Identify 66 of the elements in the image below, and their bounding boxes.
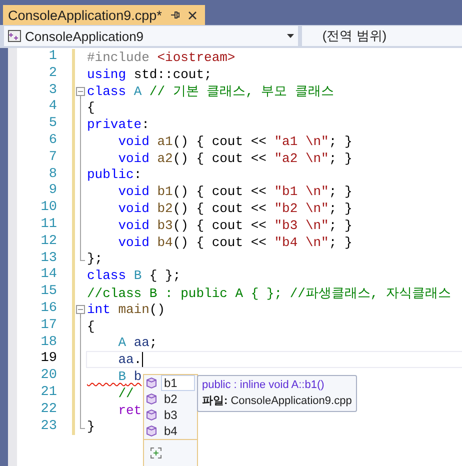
outline-end (80, 418, 85, 429)
completion-item[interactable]: b3 (144, 407, 197, 423)
line-number: 1 (48, 49, 57, 66)
line-number: 20 (40, 368, 57, 385)
line-number: 11 (40, 216, 57, 234)
text-cursor (142, 352, 143, 368)
line-number: 12 (40, 234, 57, 251)
line-number: 6 (48, 132, 57, 150)
code-line: { (87, 100, 95, 116)
close-icon[interactable] (188, 10, 197, 20)
line-number: 10 (40, 200, 57, 217)
line-number: 13 (40, 250, 57, 268)
outline-end (80, 250, 85, 261)
code-line: ret (117, 402, 142, 418)
line-number: 2 (48, 66, 57, 83)
line-number: 21 (40, 384, 57, 402)
code-line: // (117, 386, 134, 401)
line-number: 15 (40, 284, 57, 301)
cube-icon (146, 425, 157, 437)
line-number: 17 (40, 318, 57, 335)
project-dropdown[interactable]: ConsoleApplication9 (4, 26, 298, 46)
code-line: void b3() { cout << "b3 \n"; } (117, 218, 352, 233)
code-line: aa. (117, 352, 142, 368)
code-line: void a2() { cout << "a2 \n"; } (117, 150, 352, 166)
code-line: class A // 기본 클래스, 부모 클래스 (87, 83, 334, 100)
caret-icon (287, 34, 294, 38)
code-line: A aa; (117, 335, 158, 350)
completion-item[interactable]: b4 (144, 423, 197, 439)
line-number: 3 (48, 82, 57, 100)
line-number: 9 (48, 183, 57, 200)
code-line: #include <iostream> (87, 50, 236, 65)
line-number: 5 (48, 116, 57, 133)
line-number: 8 (48, 166, 57, 184)
line-number: 14 (40, 267, 57, 284)
line-number: 7 (48, 150, 57, 167)
code-line: } (87, 419, 95, 434)
code-line: { (87, 318, 95, 334)
line-number: 4 (48, 99, 57, 116)
file-text: 파일: ConsoleApplication9.cpp (202, 394, 352, 408)
code-line: }; (87, 251, 103, 266)
signature-text: public : inline void A::b1() (202, 379, 326, 391)
line-number: 16 (40, 300, 57, 318)
line-number: 23 (40, 418, 57, 436)
code-line: class B { }; (87, 268, 181, 284)
cube-icon (146, 393, 157, 405)
completion-item[interactable]: b2 (144, 391, 197, 407)
cube-icon (146, 377, 157, 389)
pin-icon[interactable] (170, 10, 180, 20)
file-tab[interactable]: ConsoleApplication9.cpp* (3, 5, 205, 25)
code-line: using std::cout; (87, 66, 212, 82)
code-line: public: (87, 167, 142, 182)
code-line: B b (117, 369, 142, 384)
code-line: void b2() { cout << "b2 \n"; } (117, 201, 352, 216)
cube-icon (146, 409, 157, 421)
line-number: 22 (40, 402, 57, 419)
line-number: 19 (40, 351, 57, 368)
code-line: //class B : public A { }; //파생클래스, 자식클래스 (87, 284, 452, 302)
code-line: private: (87, 117, 150, 132)
scope-dropdown[interactable]: (전역 범위) (302, 26, 462, 46)
code-line: int main() (87, 302, 166, 317)
code-line: void a1() { cout << "a1 \n"; } (117, 134, 352, 149)
code-line: void b4() { cout << "b4 \n"; } (117, 234, 352, 250)
project-icon (8, 30, 21, 42)
line-number: 18 (40, 334, 57, 352)
expand-icon[interactable] (150, 447, 162, 459)
code-line: void b1() { cout << "b1 \n"; } (117, 184, 352, 200)
